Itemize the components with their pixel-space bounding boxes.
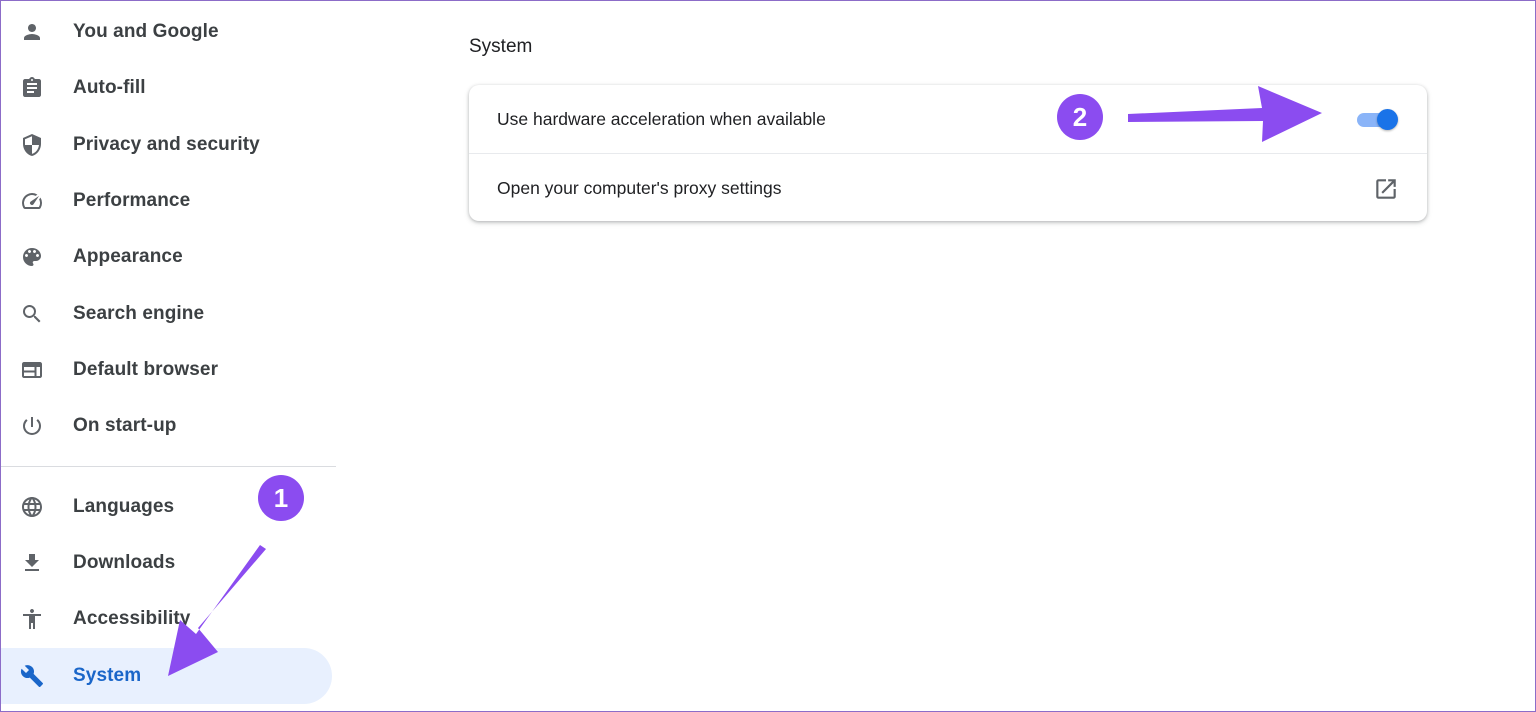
- sidebar-item-accessibility[interactable]: Accessibility: [0, 591, 332, 647]
- hardware-acceleration-label: Use hardware acceleration when available: [497, 108, 826, 129]
- settings-sidebar: You and Google Auto-fill Privacy and sec…: [0, 0, 340, 712]
- sidebar-item-privacy-and-security[interactable]: Privacy and security: [0, 117, 332, 173]
- settings-card: Use hardware acceleration when available…: [469, 85, 1427, 221]
- toggle-knob: [1377, 109, 1398, 130]
- sidebar-item-you-and-google[interactable]: You and Google: [0, 4, 332, 60]
- person-icon: [19, 19, 45, 45]
- accessibility-icon: [19, 606, 45, 632]
- hardware-acceleration-row[interactable]: Use hardware acceleration when available: [469, 85, 1427, 153]
- page-title: System: [469, 36, 533, 57]
- sidebar-item-label: Performance: [73, 190, 191, 211]
- clipboard-icon: [19, 75, 45, 101]
- speedometer-icon: [19, 188, 45, 214]
- proxy-settings-row[interactable]: Open your computer's proxy settings: [469, 154, 1427, 222]
- sidebar-item-downloads[interactable]: Downloads: [0, 535, 332, 591]
- sidebar-item-system[interactable]: System: [0, 648, 332, 704]
- wrench-icon: [19, 663, 45, 689]
- sidebar-item-label: Search engine: [73, 303, 205, 324]
- sidebar-item-label: Auto-fill: [73, 77, 146, 98]
- external-link-icon[interactable]: [1373, 176, 1399, 202]
- globe-icon: [19, 494, 45, 520]
- sidebar-item-label: Downloads: [73, 552, 176, 573]
- sidebar-item-autofill[interactable]: Auto-fill: [0, 60, 332, 116]
- sidebar-item-label: On start-up: [73, 415, 177, 436]
- sidebar-item-default-browser[interactable]: Default browser: [0, 342, 332, 398]
- download-icon: [19, 550, 45, 576]
- sidebar-item-label: You and Google: [73, 21, 219, 42]
- sidebar-item-appearance[interactable]: Appearance: [0, 229, 332, 285]
- sidebar-divider: [0, 466, 336, 467]
- sidebar-item-label: Privacy and security: [73, 134, 260, 155]
- sidebar-item-label: Accessibility: [73, 608, 191, 629]
- hardware-acceleration-toggle[interactable]: [1355, 108, 1399, 130]
- power-icon: [19, 413, 45, 439]
- annotation-badge-2: 2: [1057, 94, 1103, 140]
- shield-icon: [19, 132, 45, 158]
- sidebar-item-performance[interactable]: Performance: [0, 173, 332, 229]
- sidebar-item-on-startup[interactable]: On start-up: [0, 398, 332, 454]
- browser-window-icon: [19, 357, 45, 383]
- sidebar-item-search-engine[interactable]: Search engine: [0, 286, 332, 342]
- sidebar-item-label: Appearance: [73, 246, 183, 267]
- palette-icon: [19, 244, 45, 270]
- sidebar-item-label: Default browser: [73, 359, 219, 380]
- sidebar-item-label: System: [73, 665, 142, 686]
- sidebar-item-label: Languages: [73, 496, 175, 517]
- annotation-badge-1: 1: [258, 475, 304, 521]
- proxy-settings-label: Open your computer's proxy settings: [497, 177, 782, 198]
- search-icon: [19, 301, 45, 327]
